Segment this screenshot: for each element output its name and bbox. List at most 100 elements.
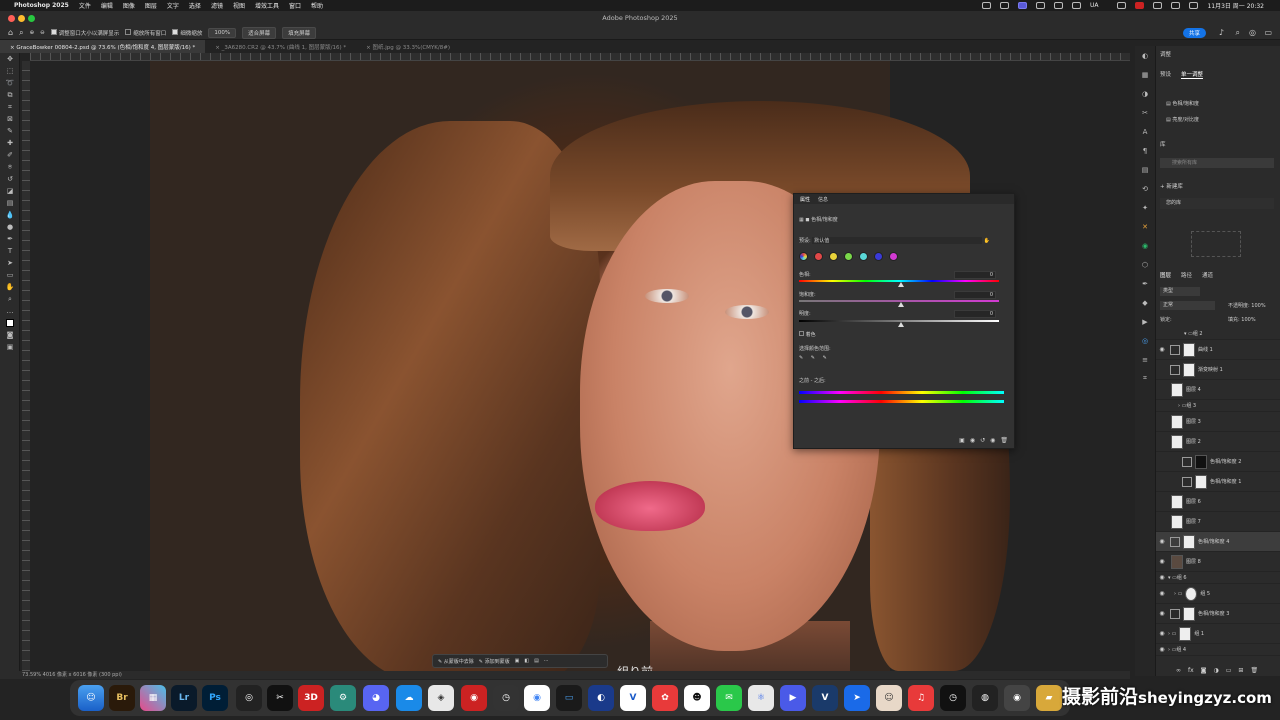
settings-app-icon[interactable]: ⚙ [330, 685, 356, 711]
network-monitor-icon[interactable]: ◍ [972, 685, 998, 711]
zoom-tool-icon[interactable]: ⌕ [0, 293, 20, 305]
master-swatch[interactable] [799, 252, 808, 261]
brush-settings-icon[interactable]: ✒ [1135, 274, 1155, 293]
tab-single-adjustment[interactable]: 单一调整 [1181, 70, 1204, 79]
reset-icon[interactable]: ↺ [980, 437, 985, 444]
healing-brush-tool-icon[interactable]: ✚ [0, 137, 20, 149]
align-icon[interactable]: ≡ [1135, 350, 1155, 369]
hand-adjust-icon[interactable]: ✋ [984, 238, 990, 244]
paragraph-icon[interactable]: ¶ [1135, 141, 1155, 160]
activity-monitor-icon[interactable]: ◷ [493, 685, 519, 711]
discover-icon[interactable]: ◎ [1249, 28, 1256, 37]
discord-icon[interactable]: ◕ [363, 685, 389, 711]
preset-dropdown[interactable]: 默认值 [812, 237, 983, 244]
eye-icon[interactable] [1053, 2, 1063, 9]
zoom-out-icon[interactable]: ⊖ [40, 30, 45, 36]
color-icon[interactable]: ◐ [1135, 46, 1155, 65]
zoom-tool-icon[interactable]: ⌕ [19, 28, 23, 38]
camera-icon[interactable] [981, 2, 991, 9]
xiaohongshu-icon[interactable]: ✿ [652, 685, 678, 711]
layer-row[interactable]: ◉ 色相/饱和度 3 [1156, 604, 1280, 624]
crop-tool-icon[interactable]: ⌗ [0, 101, 20, 113]
swatch-yellow[interactable] [829, 252, 838, 261]
hand-tool-icon[interactable]: ✋ [0, 281, 20, 293]
plugin-icon[interactable]: ✦ [1135, 198, 1155, 217]
menu-edit[interactable]: 编辑 [101, 1, 113, 10]
subtract-from-mask-button[interactable]: ✎ 从蒙版中去除 [438, 658, 474, 665]
cube-icon[interactable]: ⬡ [1135, 255, 1155, 274]
add-mask-icon[interactable]: ◙ [1201, 667, 1207, 674]
adjustments-icon[interactable]: ◑ [1135, 84, 1155, 103]
chrome-icon[interactable]: ◉ [524, 685, 550, 711]
bell-icon[interactable]: ♪ [1219, 28, 1224, 37]
swatch-green[interactable] [844, 252, 853, 261]
adjustment-item-brightness[interactable]: ▤ 亮度/对比度 [1166, 116, 1199, 123]
game-controller-icon[interactable]: ◈ [428, 685, 454, 711]
add-to-mask-button[interactable]: ✎ 添加到蒙版 [479, 658, 510, 665]
tab-presets[interactable]: 预设 [1160, 70, 1171, 79]
more-options-icon[interactable]: ⋯ [544, 658, 549, 664]
table-icon[interactable]: ▤ [1135, 160, 1155, 179]
character-icon[interactable]: A [1135, 122, 1155, 141]
menu-layer[interactable]: 图层 [145, 1, 157, 10]
link-icon[interactable]: ∞ [1176, 667, 1181, 674]
workspace-icon[interactable]: ▭ [1264, 28, 1272, 37]
finder-icon[interactable]: ☺ [78, 685, 104, 711]
play-icon[interactable]: ▶ [1135, 312, 1155, 331]
input-source-label[interactable]: UA [1090, 2, 1099, 9]
path-select-tool-icon[interactable]: ➤ [0, 257, 20, 269]
clone-stamp-tool-icon[interactable]: ⍟ [0, 161, 20, 173]
blur-tool-icon[interactable]: 💧 [0, 209, 20, 221]
3dl-app-icon[interactable]: 3D [298, 685, 324, 711]
folder-icon[interactable]: ▰ [1036, 685, 1062, 711]
wifi-icon[interactable] [1153, 2, 1163, 9]
menu-filter[interactable]: 滤镜 [211, 1, 223, 10]
brush-tool-icon[interactable]: ✐ [0, 149, 20, 161]
rectangle-tool-icon[interactable]: ▭ [0, 269, 20, 281]
menu-image[interactable]: 图像 [123, 1, 135, 10]
colorize-checkbox[interactable]: 着色 [799, 331, 816, 338]
library-dropdown[interactable]: 您的库 [1160, 198, 1274, 209]
resize-windows-checkbox[interactable]: 调整窗口大小以满屏显示 [50, 28, 119, 37]
tools-icon[interactable]: ✂ [1135, 103, 1155, 122]
object-select-tool-icon[interactable]: ⧉ [0, 89, 20, 101]
menubar-clock[interactable]: 11月3日 周一 20:32 [1207, 1, 1264, 10]
netease-music-icon[interactable]: ♫ [908, 685, 934, 711]
menu-view[interactable]: 视图 [233, 1, 245, 10]
eraser-tool-icon[interactable]: ◪ [0, 185, 20, 197]
layer-row[interactable]: 图层 7 [1156, 512, 1280, 532]
fx-icon[interactable]: fx [1188, 667, 1194, 674]
new-group-icon[interactable]: ▭ [1226, 667, 1232, 674]
app-menu[interactable]: Photoshop 2025 [14, 2, 69, 9]
scrubby-zoom-checkbox[interactable]: 细微缩放 [172, 28, 202, 37]
swatch-red[interactable] [814, 252, 823, 261]
gradient-tool-icon[interactable]: ▤ [0, 197, 20, 209]
screen-mode-icon[interactable]: ▣ [0, 341, 20, 353]
layer-row[interactable]: 色相/饱和度 1 [1156, 472, 1280, 492]
invert-mask-icon[interactable]: ◧ [524, 658, 529, 664]
menu-type[interactable]: 文字 [167, 1, 179, 10]
photoshop-app-icon[interactable]: Ps [202, 685, 228, 711]
delete-layer-icon[interactable]: 🗑 [1250, 667, 1258, 674]
eyedropper-subtract-icon[interactable]: ✎ [823, 355, 827, 361]
lasso-tool-icon[interactable]: ➰ [0, 77, 20, 89]
delete-icon[interactable]: 🗑 [1000, 437, 1008, 444]
zoom-100-button[interactable]: 100% [208, 27, 237, 38]
menu-file[interactable]: 文件 [79, 1, 91, 10]
zoom-in-icon[interactable]: ⊕ [30, 30, 35, 36]
blend-mode-dropdown[interactable]: 正常 [1160, 301, 1215, 310]
layer-row[interactable]: 图层 4 [1156, 380, 1280, 400]
eyedropper-icon[interactable]: ✎ [799, 355, 803, 361]
marquee-tool-icon[interactable]: ⬚ [0, 65, 20, 77]
ra-plugin-icon[interactable]: ◉ [1135, 236, 1155, 255]
tab-document-1[interactable]: × GraceBowker 00804-2.psd @ 73.6% (色相/饱和… [0, 40, 206, 53]
new-adjustment-icon[interactable]: ◑ [1214, 667, 1219, 674]
color-swatches-icon[interactable] [0, 317, 20, 329]
hue-slider-thumb[interactable] [898, 282, 904, 287]
crop-icon[interactable]: ⌗ [1135, 369, 1155, 388]
view-previous-icon[interactable]: ◉ [970, 437, 975, 444]
menu-select[interactable]: 选择 [189, 1, 201, 10]
layer-row[interactable]: 图层 2 [1156, 432, 1280, 452]
record-icon[interactable] [999, 2, 1009, 9]
remote-desktop-icon[interactable]: ▭ [556, 685, 582, 711]
